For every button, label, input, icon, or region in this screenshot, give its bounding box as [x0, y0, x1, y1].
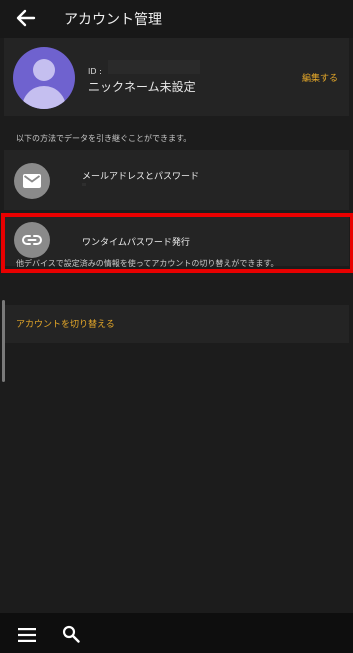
page-title: アカウント管理	[64, 12, 162, 28]
back-button[interactable]	[14, 7, 38, 29]
edit-profile-button[interactable]: 編集する	[302, 71, 338, 84]
search-button[interactable]	[62, 625, 80, 643]
email-value-redacted	[82, 183, 86, 186]
switch-note: 他デバイスで設定済みの情報を使ってアカウントの切り替えができます。	[16, 259, 279, 268]
avatar	[13, 47, 75, 109]
user-id-value-redacted	[108, 60, 200, 74]
menu-icon	[18, 628, 36, 642]
email-password-label: メールアドレスとパスワード	[82, 172, 200, 182]
link-icon	[22, 235, 42, 245]
profile-card: ID : ニックネーム未設定 編集する	[4, 38, 349, 116]
email-password-item[interactable]: メールアドレスとパスワード	[4, 150, 349, 210]
mail-icon-circle	[14, 163, 50, 199]
menu-button[interactable]	[18, 627, 36, 642]
avatar-head-shape	[33, 59, 55, 81]
nickname-text: ニックネーム未設定	[88, 80, 196, 94]
app-header: アカウント管理	[0, 0, 353, 38]
user-id-label: ID :	[88, 67, 102, 76]
one-time-password-label: ワンタイムパスワード発行	[82, 238, 190, 248]
scroll-indicator[interactable]	[2, 300, 5, 382]
arrow-left-icon	[16, 9, 36, 27]
switch-account-link[interactable]: アカウントを切り替える	[16, 317, 115, 330]
account-management-screen: アカウント管理 ID : ニックネーム未設定 編集する 以下の方法でデータを引き…	[0, 0, 353, 653]
avatar-body-shape	[22, 86, 66, 109]
transfer-note: 以下の方法でデータを引き継ぐことができます。	[16, 134, 192, 143]
switch-account-item[interactable]: アカウントを切り替える	[4, 305, 349, 343]
link-icon-circle	[14, 222, 50, 258]
bottom-navigation-bar	[0, 613, 353, 653]
search-icon	[62, 625, 80, 643]
mail-icon	[23, 174, 41, 188]
